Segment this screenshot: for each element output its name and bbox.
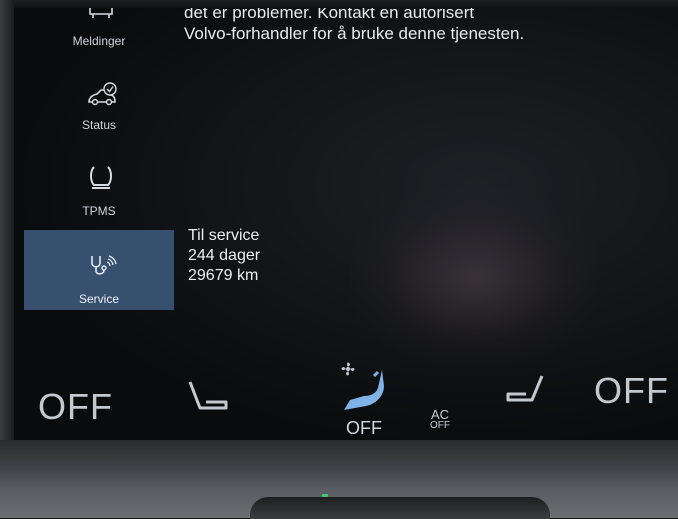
stethoscope-icon [86, 252, 117, 278]
seat-ventilation-button[interactable] [340, 366, 390, 419]
driver-temp-button[interactable]: OFF [38, 386, 113, 428]
sidebar-item-service[interactable]: Service [24, 230, 174, 310]
service-info: Til service 244 dager 29679 km [188, 226, 260, 286]
seat-icon [188, 381, 228, 410]
car-check-icon [86, 82, 117, 108]
driver-seat-heat-button[interactable] [186, 378, 230, 423]
sidebar-item-status[interactable]: Status [24, 76, 174, 156]
trim-slot [250, 497, 550, 519]
ac-button[interactable]: AC OFF [430, 408, 450, 431]
message-line-2: Volvo-forhandler for å bruke denne tjene… [184, 24, 525, 43]
seat-blue-icon [344, 370, 384, 410]
message-line-1: det er problemer. Kontakt en autorisert [184, 8, 475, 22]
center-display: det er problemer. Kontakt en autorisert … [10, 8, 678, 450]
service-distance: 29679 km [188, 267, 259, 284]
sidebar-item-label: Meldinger [72, 34, 126, 48]
sidebar-item-tpms[interactable]: TPMS [24, 158, 174, 238]
seat-icon [506, 375, 544, 402]
fan-off-label: OFF [346, 418, 382, 438]
sidebar-item-label: Service [78, 292, 119, 306]
screen-reflection [350, 188, 600, 368]
sidebar-item-meldinger[interactable]: Meldinger [24, 8, 174, 76]
sidebar-item-label: TPMS [82, 204, 116, 218]
message-car-icon [86, 8, 116, 26]
service-title: Til service [188, 227, 260, 244]
tire-pressure-icon [86, 164, 116, 190]
passenger-seat-heat-button[interactable] [504, 372, 548, 417]
sidebar-item-label: Status [81, 118, 117, 132]
indicator-led [322, 494, 328, 497]
service-days: 244 dager [188, 247, 261, 264]
ac-off-label: OFF [430, 420, 450, 431]
service-unavailable-message: det er problemer. Kontakt en autorisert … [184, 8, 664, 44]
passenger-temp-button[interactable]: OFF [594, 370, 669, 412]
